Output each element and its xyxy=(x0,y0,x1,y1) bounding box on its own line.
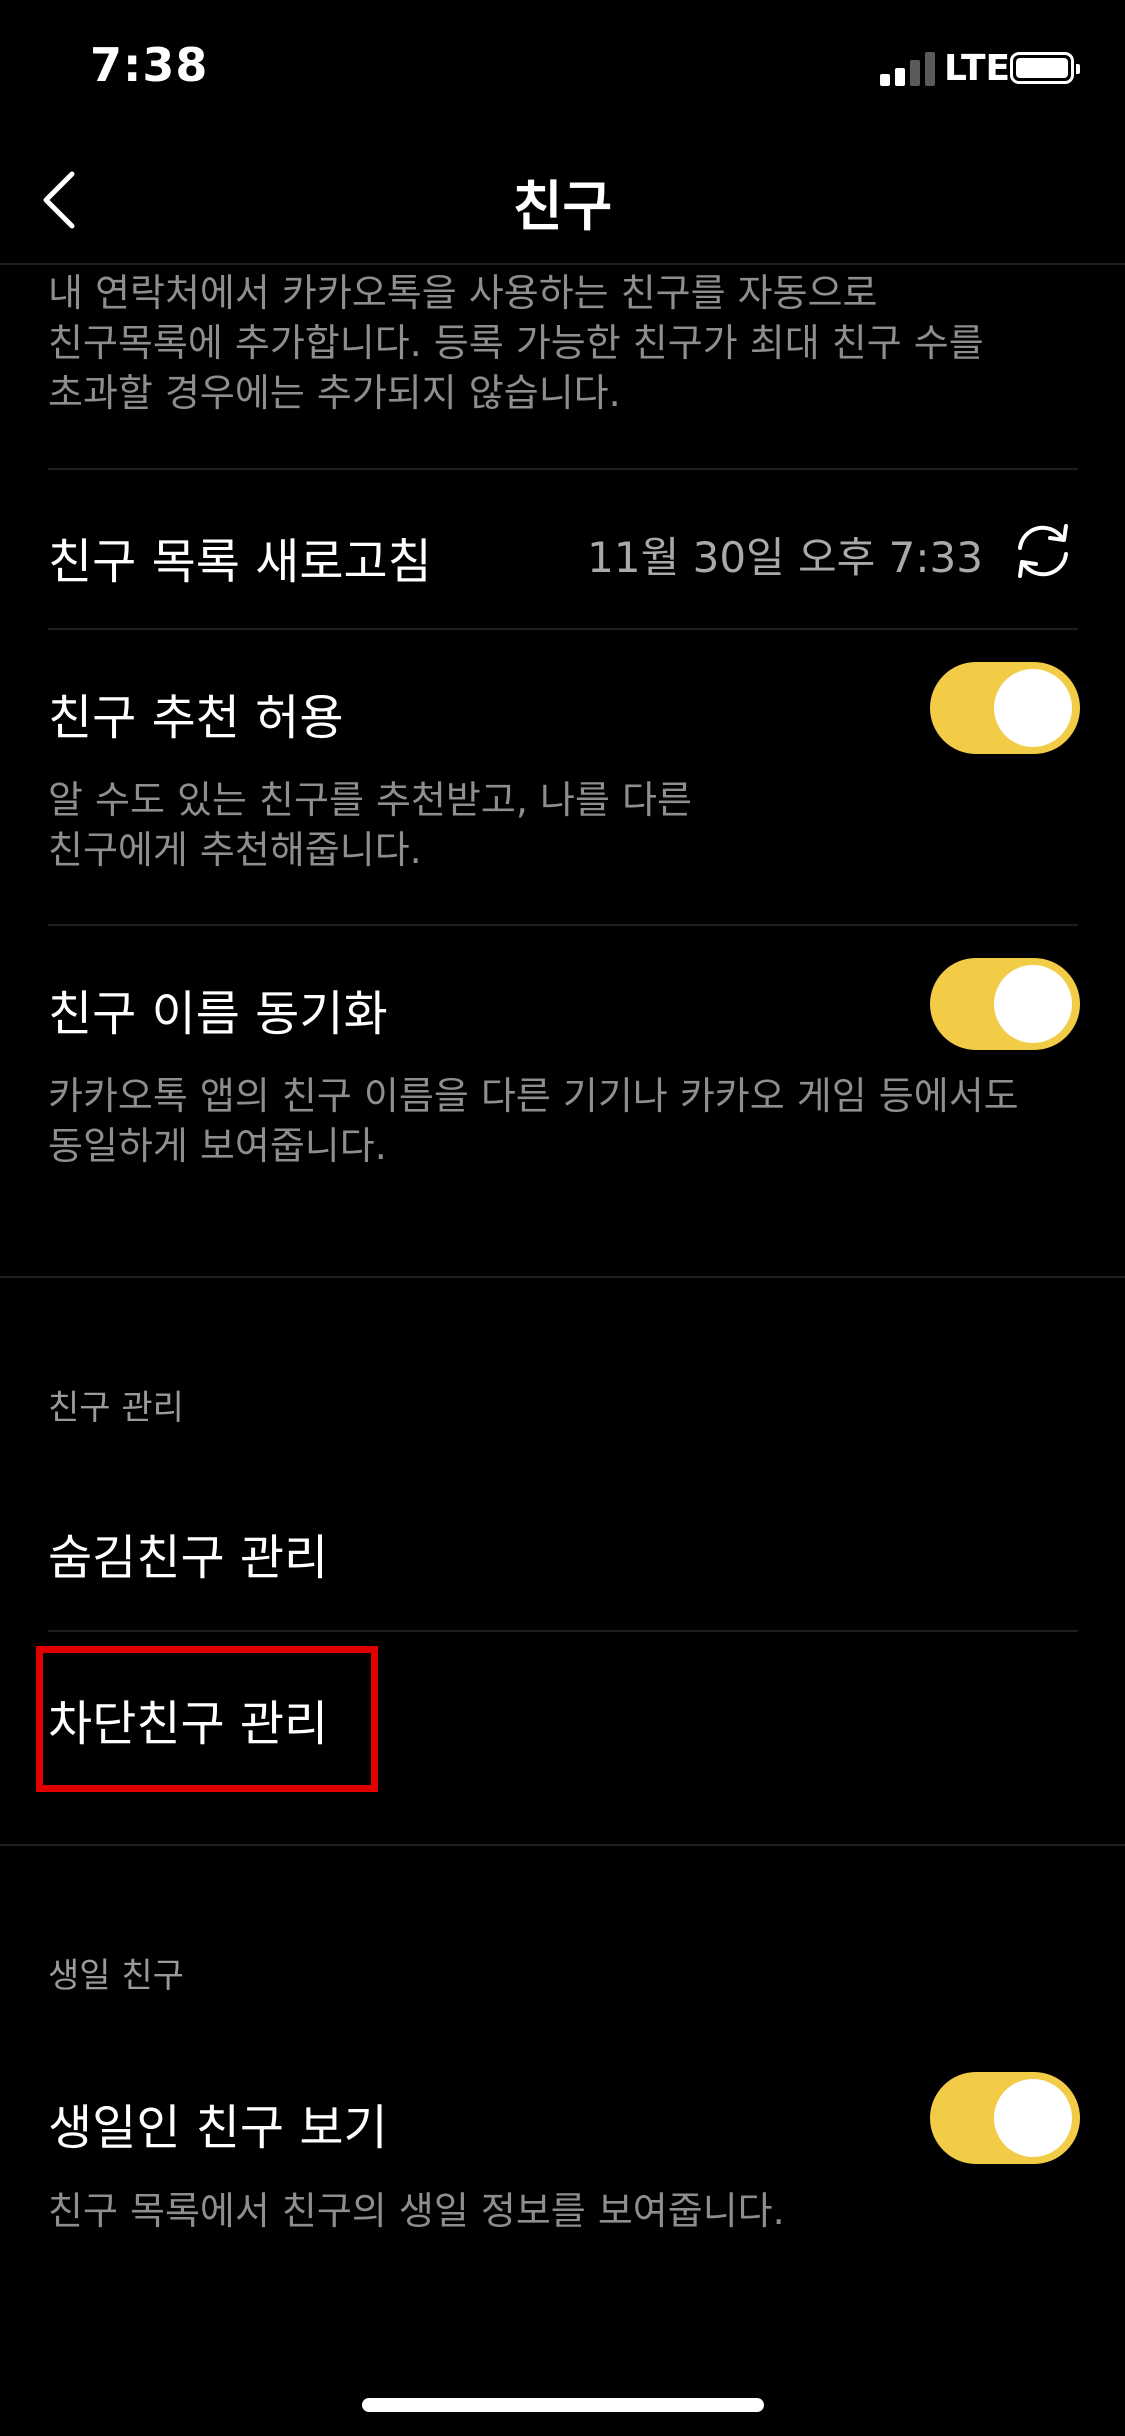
home-indicator xyxy=(362,2398,764,2412)
recommend-description: 알 수도 있는 친구를 추천받고, 나를 다른 친구에게 추천해줍니다. xyxy=(48,778,692,872)
row-divider xyxy=(48,628,1078,630)
birthday-label: 생일인 친구 보기 xyxy=(48,2100,388,2156)
name-sync-description: 카카오톡 앱의 친구 이름을 다른 기기나 카카오 게임 등에서도 동일하게 보… xyxy=(48,1074,1019,1168)
manage-section-header: 친구 관리 xyxy=(48,1388,184,1428)
refresh-icon[interactable] xyxy=(1010,518,1076,584)
name-sync-toggle[interactable] xyxy=(930,958,1080,1050)
page-title: 친구 xyxy=(512,175,613,238)
status-time: 7:38 xyxy=(90,38,209,92)
row-divider xyxy=(48,924,1078,926)
signal-strength-icon xyxy=(880,52,936,86)
toggle-knob xyxy=(994,669,1072,747)
section-divider xyxy=(0,1276,1125,1278)
birthday-toggle[interactable] xyxy=(930,2072,1080,2164)
name-sync-label: 친구 이름 동기화 xyxy=(48,986,388,1042)
network-type: LTE xyxy=(944,48,1011,89)
refresh-timestamp: 11월 30일 오후 7:33 xyxy=(587,533,983,582)
birthday-description: 친구 목록에서 친구의 생일 정보를 보여줍니다. xyxy=(48,2189,785,2233)
highlight-box xyxy=(36,1646,378,1792)
refresh-label: 친구 목록 새로고침 xyxy=(48,534,432,590)
recommend-toggle[interactable] xyxy=(930,662,1080,754)
hidden-friends-row[interactable]: 숨김친구 관리 xyxy=(0,1470,1125,1630)
birthday-section-header: 생일 친구 xyxy=(48,1956,184,1996)
toggle-knob xyxy=(994,2079,1072,2157)
toggle-knob xyxy=(994,965,1072,1043)
recommend-label: 친구 추천 허용 xyxy=(48,690,344,746)
nav-divider xyxy=(0,263,1125,265)
section-divider xyxy=(0,1844,1125,1846)
auto-add-description: 내 연락처에서 카카오톡을 사용하는 친구를 자동으로 친구목록에 추가합니다.… xyxy=(48,271,984,415)
battery-icon xyxy=(1010,52,1080,84)
hidden-friends-label: 숨김친구 관리 xyxy=(48,1530,329,1586)
